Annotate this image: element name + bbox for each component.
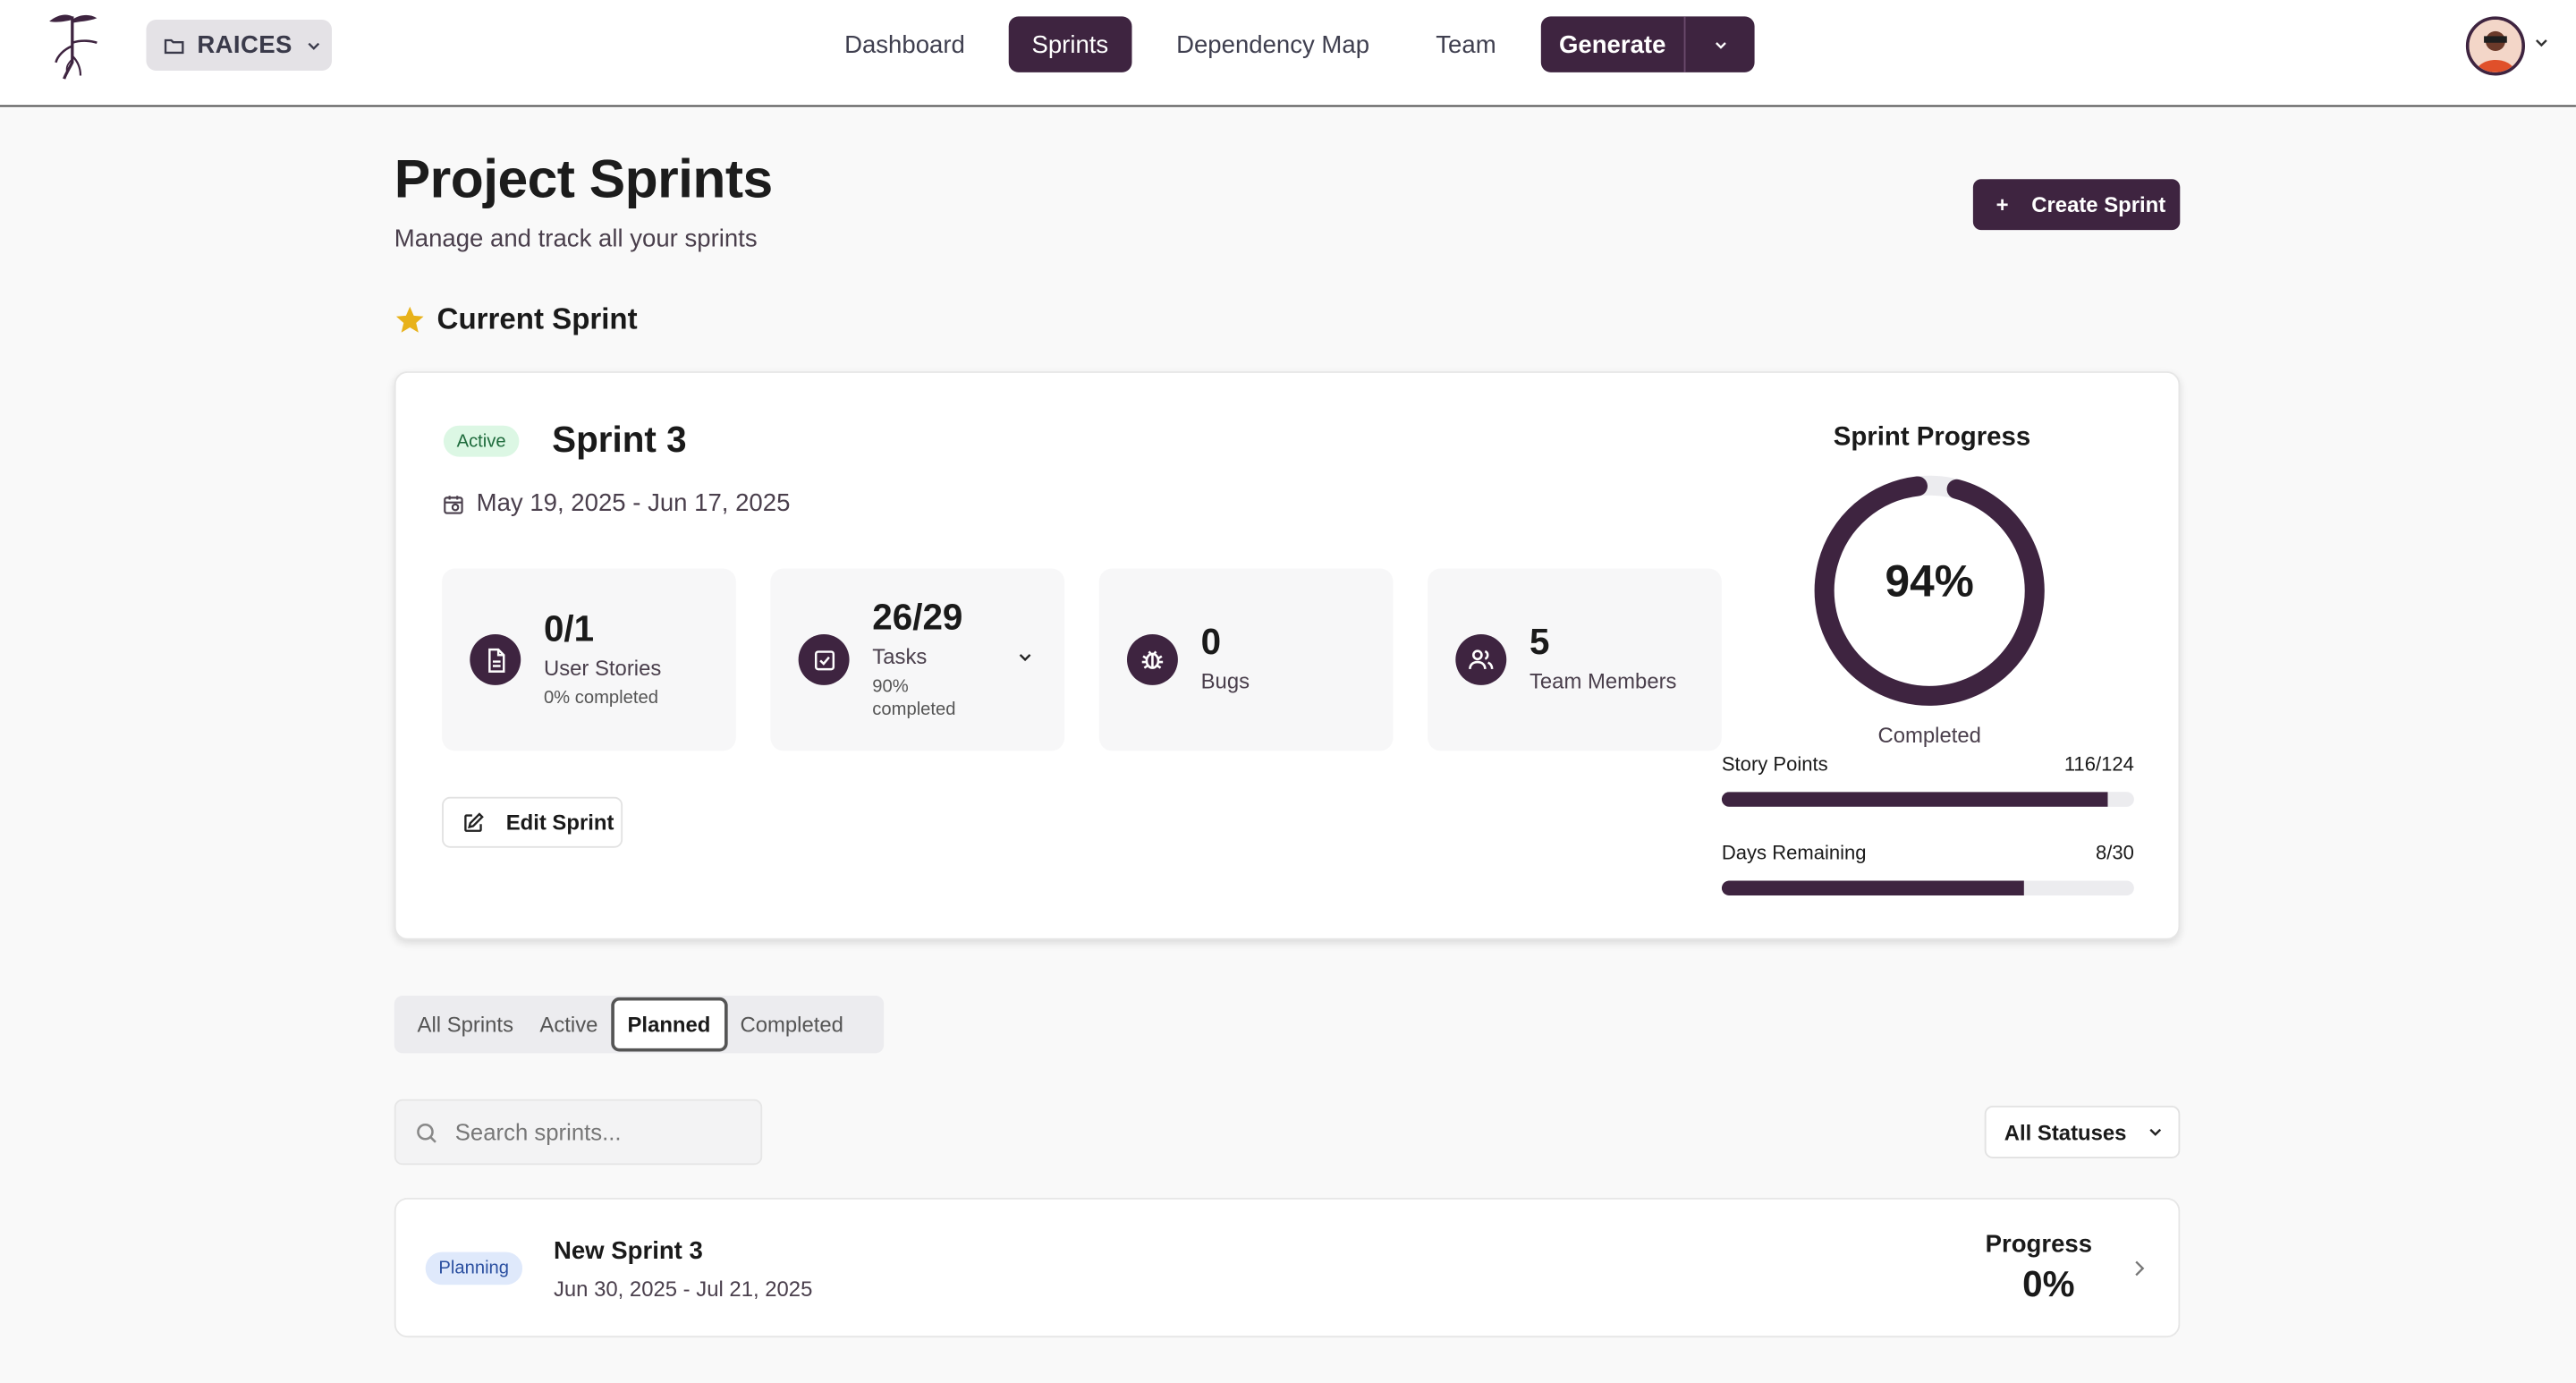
bugs-label: Bugs	[1200, 668, 1250, 694]
chevron-down-icon	[308, 41, 319, 49]
tab-active[interactable]: Active	[527, 997, 611, 1052]
user-stories-value: 0/1	[543, 607, 595, 649]
checkbox-icon	[798, 633, 850, 685]
status-filter-select[interactable]: All Statuses	[1984, 1106, 2181, 1158]
page: RAICES Dashboard Sprints Dependency Map …	[0, 0, 2576, 1383]
project-selector[interactable]: RAICES	[146, 20, 333, 71]
days-remaining-fill	[1721, 880, 2024, 896]
sprint-list-dates: Jun 30, 2025 - Jul 21, 2025	[553, 1277, 813, 1302]
stat-user-stories[interactable]: 0/1 User Stories 0% completed	[442, 568, 736, 751]
current-sprint-heading: Current Sprint	[394, 302, 638, 337]
days-remaining-value: 8/30	[2095, 841, 2134, 865]
progress-caption: Completed	[1877, 723, 1981, 748]
sprint-list-item[interactable]: Planning New Sprint 3 Jun 30, 2025 - Jul…	[394, 1197, 2181, 1338]
search-input[interactable]: Search sprints...	[394, 1099, 763, 1166]
team-members-value: 5	[1529, 621, 1550, 663]
top-navigation-bar: RAICES Dashboard Sprints Dependency Map …	[0, 0, 2576, 107]
sprint-dates: May 19, 2025 - Jun 17, 2025	[442, 489, 791, 518]
nav-sprints[interactable]: Sprints	[1008, 16, 1131, 72]
chevron-right-icon[interactable]	[2128, 1255, 2151, 1281]
star-icon	[395, 306, 424, 333]
tab-all-sprints[interactable]: All Sprints	[404, 997, 527, 1052]
main-nav: Dashboard	[821, 16, 987, 72]
edit-sprint-button[interactable]: Edit Sprint	[442, 796, 623, 848]
main-nav-sprints: Sprints	[1008, 16, 1131, 72]
stat-tasks[interactable]: 26/29 Tasks 90% completed	[770, 568, 1065, 751]
status-badge: Planning	[425, 1251, 522, 1285]
generate-split-button: Generate	[1540, 16, 1755, 72]
generate-dropdown-button[interactable]	[1685, 16, 1754, 72]
nav-dashboard[interactable]: Dashboard	[821, 16, 987, 72]
tab-planned[interactable]: Planned	[611, 997, 727, 1052]
generate-button[interactable]: Generate	[1541, 16, 1686, 72]
stat-bugs[interactable]: 0 Bugs	[1098, 568, 1394, 751]
days-remaining-label: Days Remaining	[1721, 841, 1867, 865]
chevron-down-icon[interactable]	[1015, 648, 1035, 667]
calendar-icon	[444, 495, 463, 513]
sprint-list-progress-value: 0%	[2022, 1263, 2075, 1305]
current-sprint-heading-text: Current Sprint	[436, 301, 638, 335]
story-points-bar	[1721, 792, 2134, 807]
search-icon	[417, 1123, 436, 1142]
user-stories-completed: 0% completed	[543, 688, 659, 708]
sprint-progress-title: Sprint Progress	[1833, 423, 2031, 453]
tasks-completed: 90% completed	[872, 676, 956, 720]
chevron-down-icon[interactable]	[2531, 33, 2551, 53]
page-subtitle: Manage and track all your sprints	[394, 225, 758, 253]
sprint-filter-tabs: All Sprints Active Planned Completed	[394, 996, 885, 1054]
project-name: RAICES	[197, 30, 292, 60]
tasks-value: 26/29	[872, 596, 963, 638]
tab-completed[interactable]: Completed	[727, 997, 857, 1052]
progress-percent: 94%	[1885, 556, 1974, 607]
current-sprint-card: Active Sprint 3 May 19, 2025 - Jun 17, 2…	[394, 371, 2181, 940]
edit-sprint-label: Edit Sprint	[505, 810, 614, 836]
status-badge: Active	[443, 425, 520, 457]
app-logo[interactable]	[43, 6, 102, 81]
plus-icon: +	[1996, 191, 2009, 217]
create-sprint-label: Create Sprint	[2031, 191, 2166, 217]
users-icon	[1455, 633, 1507, 685]
page-title: Project Sprints	[394, 148, 773, 209]
status-filter-value: All Statuses	[2004, 1119, 2127, 1145]
create-sprint-button[interactable]: + Create Sprint	[1972, 179, 2181, 231]
chevron-down-icon	[2150, 1128, 2162, 1136]
bugs-value: 0	[1200, 621, 1222, 663]
user-avatar[interactable]	[2465, 16, 2526, 76]
nav-team[interactable]: Team	[1413, 16, 1520, 72]
main-nav-dependency: Dependency Map	[1153, 16, 1392, 72]
search-placeholder: Search sprints...	[454, 1118, 622, 1146]
sprint-list-progress-label: Progress	[1985, 1230, 2093, 1259]
chevron-down-icon	[1715, 41, 1725, 48]
document-icon	[470, 633, 521, 685]
user-stories-label: User Stories	[543, 655, 662, 681]
bug-icon	[1126, 633, 1178, 685]
story-points-value: 116/124	[2063, 752, 2134, 776]
nav-dependency-map[interactable]: Dependency Map	[1153, 16, 1392, 72]
tasks-label: Tasks	[872, 643, 928, 669]
sprint-dates-text: May 19, 2025 - Jun 17, 2025	[476, 489, 791, 518]
folder-icon	[164, 38, 184, 54]
stat-team-members[interactable]: 5 Team Members	[1428, 568, 1722, 751]
sprint-list-name: New Sprint 3	[553, 1237, 703, 1266]
days-remaining-bar	[1721, 880, 2134, 896]
avatar-image	[2469, 20, 2522, 72]
team-members-label: Team Members	[1529, 668, 1677, 694]
story-points-fill	[1721, 792, 2107, 807]
main-nav-team: Team	[1413, 16, 1520, 72]
story-points-label: Story Points	[1721, 752, 1828, 776]
edit-icon	[464, 811, 484, 832]
sprint-name: Sprint 3	[552, 419, 687, 461]
